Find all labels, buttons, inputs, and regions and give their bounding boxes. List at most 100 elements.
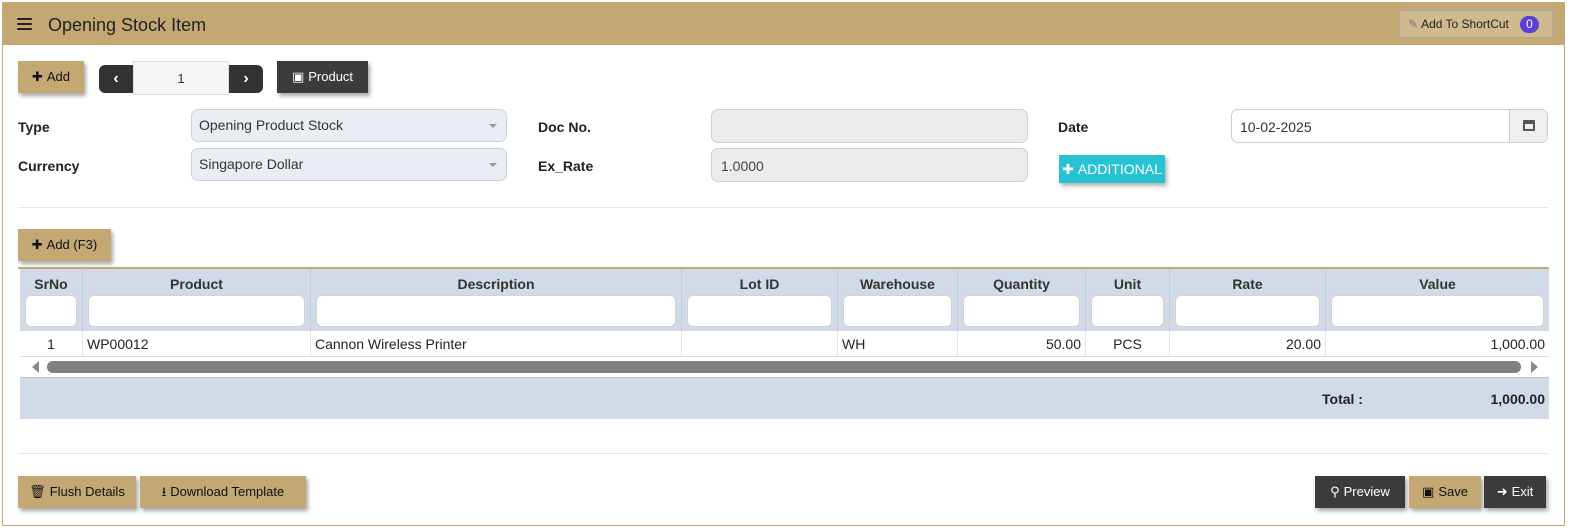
section-divider: [18, 207, 1548, 208]
add-button[interactable]: ✚ Add: [18, 61, 84, 93]
filter-quantity-input[interactable]: [963, 295, 1080, 327]
exrate-label: Ex_Rate: [538, 158, 594, 174]
total-value: 1,000.00: [1490, 391, 1546, 407]
additional-button[interactable]: ✚ ADDITIONAL: [1059, 155, 1165, 183]
filter-value-input[interactable]: [1331, 295, 1544, 327]
plus-icon: ✚: [31, 69, 43, 84]
grid-header: SrNo Product Description Lot ID Warehous…: [20, 269, 1549, 331]
date-field[interactable]: 10-02-2025: [1231, 109, 1548, 143]
add-row-button-label: Add (F3): [46, 237, 98, 252]
calendar-icon: [1523, 120, 1535, 131]
cell-value[interactable]: 1,000.00: [1326, 331, 1549, 357]
flush-details-button[interactable]: 🗑 Flush Details: [18, 476, 136, 508]
column-header-product: Product: [170, 276, 223, 292]
grid-total-row: Total : 1,000.00: [20, 377, 1549, 419]
plus-icon: ✚: [31, 237, 43, 252]
download-template-button[interactable]: ⭳ Download Template: [140, 476, 306, 508]
cell-quantity[interactable]: 50.00: [958, 331, 1086, 357]
page-frame: Opening Stock Item ✎ Add To ShortCut 0 ✚ A…: [2, 2, 1565, 526]
column-header-value: Value: [1419, 276, 1456, 292]
plus-icon: ✚: [1062, 161, 1074, 177]
chevron-right-icon: ›: [243, 70, 249, 87]
hamburger-menu-icon[interactable]: [17, 18, 32, 30]
filter-srno-input[interactable]: [25, 295, 77, 327]
column-header-warehouse: Warehouse: [860, 276, 935, 292]
pin-icon: ✎: [1408, 17, 1419, 31]
cell-srno[interactable]: 1: [20, 331, 83, 357]
scroll-left-arrow-icon[interactable]: [32, 361, 39, 373]
column-header-unit: Unit: [1113, 276, 1142, 292]
preview-label: Preview: [1343, 484, 1390, 499]
filter-unit-input[interactable]: [1091, 295, 1164, 327]
column-rate: Rate: [1170, 269, 1326, 331]
caret-down-icon: [489, 163, 497, 167]
add-to-shortcut-label: Add To ShortCut: [1421, 17, 1509, 31]
download-template-label: Download Template: [170, 484, 285, 499]
calendar-button[interactable]: [1509, 110, 1547, 142]
cell-warehouse[interactable]: WH: [838, 331, 958, 357]
filter-rate-input[interactable]: [1175, 295, 1320, 327]
exit-label: Exit: [1511, 484, 1534, 499]
cell-product[interactable]: WP00012: [83, 331, 311, 357]
cell-unit[interactable]: PCS: [1086, 331, 1170, 357]
docno-field[interactable]: [711, 109, 1028, 143]
column-header-lot-id: Lot ID: [739, 276, 780, 292]
product-button-label: Product: [308, 69, 354, 84]
type-label: Type: [18, 119, 50, 135]
column-quantity: Quantity: [958, 269, 1086, 331]
column-unit: Unit: [1086, 269, 1170, 331]
filter-lot-id-input[interactable]: [687, 295, 832, 327]
add-row-button[interactable]: ✚ Add (F3): [18, 229, 111, 261]
page-title: Opening Stock Item: [48, 15, 207, 35]
docno-label: Doc No.: [538, 119, 591, 135]
trash-icon: 🗑: [29, 484, 46, 499]
currency-select[interactable]: Singapore Dollar: [191, 148, 507, 181]
column-lot-id: Lot ID: [682, 269, 838, 331]
previous-record-button[interactable]: ‹: [99, 65, 133, 93]
currency-label: Currency: [18, 158, 80, 174]
search-icon: ⚲: [1330, 484, 1340, 499]
sign-out-icon: ➜: [1496, 484, 1508, 499]
column-description: Description: [311, 269, 682, 331]
date-value: 10-02-2025: [1240, 119, 1312, 135]
page-header: Opening Stock Item ✎ Add To ShortCut 0: [3, 3, 1564, 45]
save-button[interactable]: ▣ Save: [1409, 476, 1481, 508]
add-button-label: Add: [46, 69, 71, 84]
scroll-right-arrow-icon[interactable]: [1531, 361, 1538, 373]
next-record-button[interactable]: ›: [229, 65, 263, 93]
table-row[interactable]: 1 WP00012 Cannon Wireless Printer WH 50.…: [20, 331, 1549, 357]
gift-icon: ▣: [291, 69, 305, 84]
preview-button[interactable]: ⚲ Preview: [1315, 476, 1405, 508]
additional-button-label: ADDITIONAL: [1077, 161, 1162, 177]
exit-button[interactable]: ➜ Exit: [1484, 476, 1546, 508]
download-icon: ⭳: [161, 484, 167, 499]
record-number-input[interactable]: 1: [133, 61, 229, 95]
type-select-value: Opening Product Stock: [199, 117, 343, 133]
product-button[interactable]: ▣ Product: [277, 61, 368, 93]
cell-lot-id[interactable]: [682, 331, 838, 357]
flush-details-label: Flush Details: [49, 484, 125, 499]
floppy-disk-icon: ▣: [1422, 484, 1435, 499]
scrollbar-thumb[interactable]: [47, 361, 1521, 373]
column-header-srno: SrNo: [34, 276, 68, 292]
cell-rate[interactable]: 20.00: [1170, 331, 1326, 357]
column-srno: SrNo: [20, 269, 83, 331]
type-select[interactable]: Opening Product Stock: [191, 109, 507, 142]
cell-description[interactable]: Cannon Wireless Printer: [311, 331, 682, 357]
filter-description-input[interactable]: [316, 295, 676, 327]
exrate-field[interactable]: 1.0000: [711, 148, 1028, 182]
column-warehouse: Warehouse: [838, 269, 958, 331]
date-label: Date: [1058, 119, 1089, 135]
chevron-left-icon: ‹: [113, 70, 119, 87]
column-header-description: Description: [457, 276, 535, 292]
filter-warehouse-input[interactable]: [843, 295, 952, 327]
filter-product-input[interactable]: [88, 295, 305, 327]
total-label: Total :: [1322, 391, 1363, 407]
shortcut-count-badge: 0: [1520, 16, 1539, 33]
column-value: Value: [1326, 269, 1549, 331]
currency-select-value: Singapore Dollar: [199, 156, 304, 172]
caret-down-icon: [489, 124, 497, 128]
column-header-rate: Rate: [1232, 276, 1263, 292]
horizontal-scrollbar[interactable]: [47, 361, 1521, 373]
column-header-quantity: Quantity: [993, 276, 1050, 292]
